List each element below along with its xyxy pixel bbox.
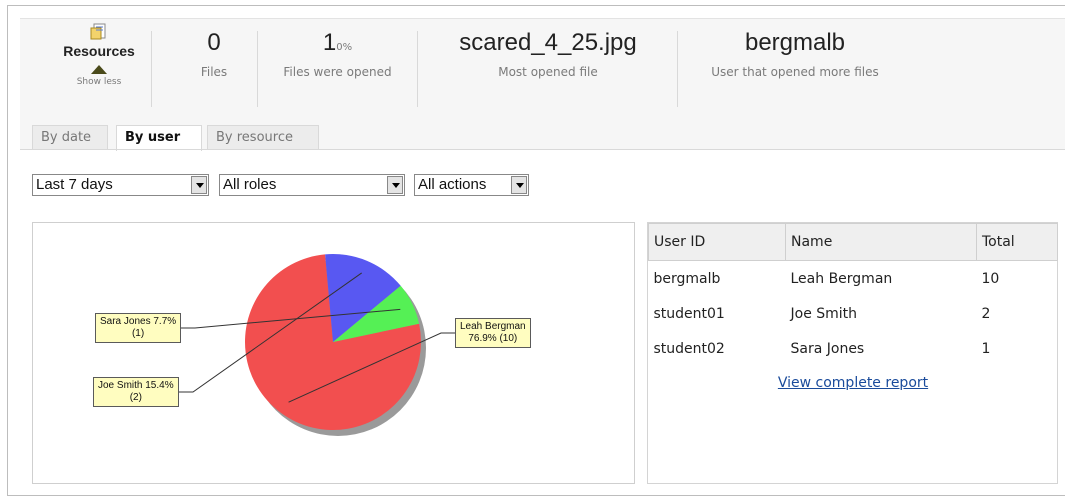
cell-user-id: bergmalb bbox=[653, 270, 721, 287]
period-value: Last 7 days bbox=[36, 176, 113, 193]
tab-by-date[interactable]: By date bbox=[32, 125, 108, 149]
actions-value: All actions bbox=[418, 176, 487, 193]
user-table: User ID Name Total bergmalb Leah Bergman… bbox=[648, 223, 1058, 366]
top-user-label: User that opened more files bbox=[711, 65, 879, 79]
most-opened-file: scared_4_25.jpg bbox=[459, 29, 637, 56]
column-header-user-id[interactable]: User ID bbox=[648, 223, 786, 261]
cell-total: 1 bbox=[981, 340, 991, 357]
view-complete-report-link[interactable]: View complete report bbox=[648, 375, 1058, 391]
resources-title: Resources bbox=[63, 43, 135, 59]
table-row: bergmalb Leah Bergman 10 bbox=[649, 261, 1058, 297]
cell-user-id: student02 bbox=[653, 340, 725, 357]
roles-select[interactable]: All roles bbox=[219, 174, 405, 196]
pie-chart-svg bbox=[179, 254, 455, 436]
table-header-row: User ID Name Total bbox=[648, 223, 1058, 261]
collapse-arrow-icon[interactable] bbox=[91, 65, 107, 74]
opened-label: Files were opened bbox=[283, 65, 392, 79]
resources-icon bbox=[90, 23, 106, 40]
most-opened-stat: scared_4_25.jpg Most opened file bbox=[420, 19, 676, 79]
cell-total: 2 bbox=[981, 305, 991, 322]
divider bbox=[677, 31, 678, 107]
top-user-id: bergmalb bbox=[744, 29, 846, 56]
opened-count: 1 bbox=[322, 29, 337, 56]
divider bbox=[417, 31, 418, 107]
files-label: Files bbox=[200, 65, 228, 79]
cell-name: Leah Bergman bbox=[790, 270, 893, 287]
tab-by-user[interactable]: By user bbox=[116, 125, 202, 151]
cell-name: Joe Smith bbox=[790, 305, 858, 322]
roles-value: All roles bbox=[223, 176, 277, 193]
pie-label-leah-bergman: Leah Bergman 76.9% (10) bbox=[455, 318, 531, 348]
divider bbox=[151, 31, 152, 107]
table-row: student01 Joe Smith 2 bbox=[649, 296, 1058, 331]
chevron-down-icon[interactable] bbox=[511, 176, 527, 194]
user-report: User ID Name Total bergmalb Leah Bergman… bbox=[647, 222, 1058, 484]
divider bbox=[257, 31, 258, 107]
resources-toggle[interactable]: Resources Show less bbox=[44, 23, 154, 87]
chevron-down-icon[interactable] bbox=[387, 176, 403, 194]
show-less-link[interactable]: Show less bbox=[44, 77, 154, 87]
column-header-name[interactable]: Name bbox=[785, 223, 977, 261]
tab-by-resource[interactable]: By resource bbox=[207, 125, 319, 149]
opened-stat: 10% Files were opened bbox=[260, 19, 415, 79]
cell-user-id: student01 bbox=[653, 305, 725, 322]
cell-total: 10 bbox=[981, 270, 1000, 287]
period-select[interactable]: Last 7 days bbox=[32, 174, 209, 196]
actions-select[interactable]: All actions bbox=[414, 174, 529, 196]
chevron-down-icon[interactable] bbox=[191, 176, 207, 194]
pie-label-joe-smith: Joe Smith 15.4% (2) bbox=[93, 377, 179, 407]
most-opened-label: Most opened file bbox=[498, 65, 598, 79]
pie-chart: Leah Bergman 76.9% (10) Sara Jones 7.7% … bbox=[32, 222, 635, 484]
files-stat: 0 Files bbox=[170, 19, 258, 79]
files-count: 0 bbox=[207, 29, 221, 56]
opened-percent: 0% bbox=[336, 42, 353, 53]
cell-name: Sara Jones bbox=[790, 340, 865, 357]
tab-divider bbox=[20, 149, 1065, 150]
top-user-stat: bergmalb User that opened more files bbox=[685, 19, 905, 79]
table-row: student02 Sara Jones 1 bbox=[649, 331, 1058, 366]
column-header-total[interactable]: Total bbox=[976, 223, 1058, 261]
pie-label-sara-jones: Sara Jones 7.7% (1) bbox=[95, 313, 182, 343]
